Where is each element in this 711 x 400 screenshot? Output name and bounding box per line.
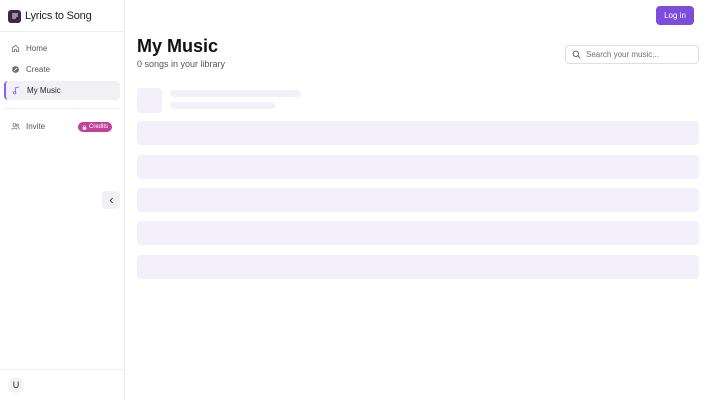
page-title: My Music	[137, 36, 219, 56]
divider	[0, 369, 124, 370]
create-icon	[10, 65, 20, 75]
skeleton-row	[137, 188, 699, 212]
collapse-sidebar-button[interactable]	[102, 191, 120, 209]
search-input[interactable]	[586, 50, 696, 59]
lock-icon	[82, 124, 87, 130]
sidebar-item-my-music[interactable]: My Music	[4, 81, 120, 100]
skeleton-line	[170, 90, 301, 97]
divider	[4, 108, 120, 109]
brand-name: Lyrics to Song	[25, 10, 92, 22]
song-count: 0 songs in your library	[137, 59, 226, 69]
login-button[interactable]: Log in	[656, 6, 694, 25]
sidebar-item-label: My Music	[27, 86, 61, 95]
logo-icon	[8, 9, 21, 23]
sidebar-item-label: Home	[26, 44, 48, 53]
skeleton-line	[170, 102, 275, 109]
sidebar-item-label: Create	[26, 65, 51, 74]
skeleton-row	[137, 221, 699, 245]
skeleton-row	[137, 255, 699, 279]
credits-label: Credits	[89, 124, 109, 130]
sidebar-item-label: Invite	[26, 122, 46, 131]
credits-badge[interactable]: Credits	[78, 122, 113, 132]
skeleton-row	[137, 155, 699, 179]
music-note-icon	[11, 86, 21, 96]
sidebar: Lyrics to Song Home Create My Music Invi…	[0, 0, 125, 400]
sidebar-item-create[interactable]: Create	[4, 60, 120, 79]
search-icon	[572, 50, 581, 59]
chevron-left-icon	[108, 191, 115, 209]
skeleton-thumbnail	[137, 88, 162, 113]
skeleton-row	[137, 121, 699, 145]
users-icon	[10, 122, 20, 132]
divider	[0, 31, 124, 32]
search-box	[565, 45, 699, 64]
brand[interactable]: Lyrics to Song	[8, 8, 92, 24]
sidebar-item-home[interactable]: Home	[4, 39, 120, 58]
avatar[interactable]: U	[8, 377, 24, 393]
home-icon	[10, 44, 20, 54]
